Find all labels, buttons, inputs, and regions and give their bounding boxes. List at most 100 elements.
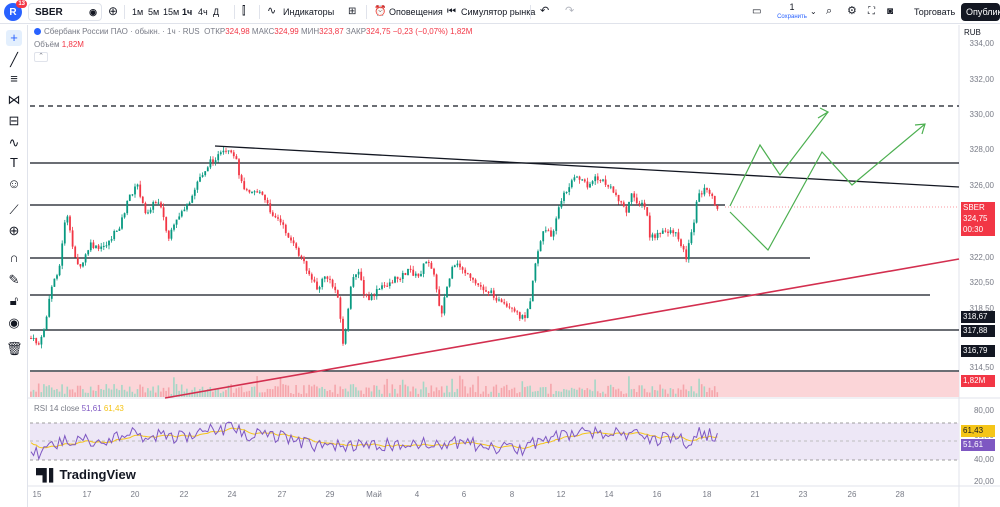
candle-body: [412, 269, 415, 276]
candle-body: [485, 290, 487, 292]
volume-bar: [521, 381, 524, 397]
volume-bar: [214, 389, 217, 397]
candle-body: [661, 230, 664, 234]
volume-bar: [266, 388, 269, 397]
time-tick: 16: [652, 490, 662, 499]
candle-body: [422, 263, 425, 274]
volume-bar: [344, 388, 347, 397]
candle-body: [609, 186, 612, 188]
volume-bar: [625, 393, 628, 397]
volume-bar: [136, 389, 139, 397]
volume-bar: [703, 386, 706, 397]
volume-bar: [295, 384, 297, 397]
volume-bar: [30, 391, 32, 397]
volume-bar: [225, 390, 227, 397]
candle-body: [35, 337, 38, 344]
candle-body: [716, 205, 719, 209]
candle-body: [490, 290, 493, 294]
candle-body: [625, 206, 628, 213]
candle-body: [529, 301, 532, 310]
candle-body: [498, 299, 500, 301]
candle-body: [542, 231, 545, 242]
rsi-legend[interactable]: RSI 14 close 51,61 61,43: [34, 404, 124, 413]
volume-bar: [92, 390, 95, 397]
candle-body: [331, 279, 334, 287]
volume-bar: [563, 388, 565, 397]
volume-bar: [635, 392, 638, 397]
volume-bar: [89, 386, 92, 397]
volume-bar: [313, 384, 316, 397]
candle-body: [583, 179, 586, 182]
legend-title: Сбербанк России ПАО · обыкн. · 1ч · RUS: [44, 27, 200, 36]
legend-volume: 1,82M: [450, 27, 473, 36]
volume-bar: [292, 393, 295, 397]
volume-bar: [459, 375, 461, 397]
volume-bar: [487, 393, 490, 397]
ohlc-legend[interactable]: Сбербанк России ПАО · обыкн. · 1ч · RUS …: [34, 27, 472, 37]
volume-bar: [386, 378, 388, 397]
volume-bar: [700, 384, 703, 397]
volume-bar: [297, 392, 300, 397]
candle-body: [225, 150, 227, 152]
candle-body: [401, 273, 404, 279]
candle-body: [256, 191, 259, 193]
volume-bar: [477, 376, 479, 397]
volume-bar: [152, 386, 154, 397]
candle-body: [664, 230, 667, 232]
candle-body: [495, 297, 498, 301]
volume-bar: [209, 386, 212, 397]
volume-bar: [40, 392, 43, 397]
candle-body: [82, 262, 84, 267]
volume-bar: [622, 393, 625, 397]
candle-body: [388, 282, 391, 287]
volume-bar: [97, 384, 100, 397]
open-label: ОТКР: [204, 27, 226, 36]
volume-bar: [505, 384, 508, 397]
candle-body: [245, 189, 248, 191]
candle-body: [607, 184, 610, 187]
volume-bar: [61, 384, 63, 397]
candle-body: [310, 274, 313, 280]
candle-body: [394, 276, 396, 283]
candle-body: [339, 297, 342, 319]
candle-body: [173, 224, 175, 230]
volume-bar: [706, 392, 708, 397]
volume-bar: [219, 393, 222, 397]
volume-legend[interactable]: Объём 1,82M: [34, 40, 84, 49]
candle-body: [695, 201, 698, 223]
volume-bar: [240, 386, 243, 397]
volume-bar: [383, 384, 386, 397]
candle-body: [446, 286, 448, 298]
candle-body: [435, 274, 438, 290]
currency-label[interactable]: RUB: [964, 28, 981, 37]
candle-body: [438, 289, 441, 306]
candle-body: [524, 315, 526, 318]
volume-bar: [373, 385, 375, 397]
candle-body: [66, 216, 69, 223]
candle-body: [100, 246, 103, 249]
candle-body: [596, 176, 599, 181]
candle-body: [74, 246, 77, 258]
price-chart[interactable]: [0, 0, 1000, 507]
candle-body: [269, 203, 272, 213]
candle-body: [617, 194, 620, 202]
candle-body: [615, 192, 617, 195]
collapse-legend-button[interactable]: ⌃: [34, 52, 48, 62]
candle-body: [599, 180, 602, 182]
volume-bar: [339, 386, 342, 397]
candle-body: [131, 194, 134, 196]
volume-bar: [326, 391, 329, 397]
volume-bar: [602, 391, 604, 397]
candle-body: [266, 200, 269, 204]
candle-body: [212, 159, 214, 163]
candle-body: [713, 196, 716, 206]
forecast-arrow-head: [817, 107, 830, 119]
forecast-path-up: [729, 111, 829, 207]
volume-bar: [453, 392, 456, 397]
candle-body: [201, 175, 204, 177]
volume-bar: [482, 391, 485, 397]
candle-body: [451, 266, 454, 279]
candle-body: [115, 230, 118, 232]
candle-body: [92, 242, 95, 249]
candle-body: [628, 202, 630, 213]
